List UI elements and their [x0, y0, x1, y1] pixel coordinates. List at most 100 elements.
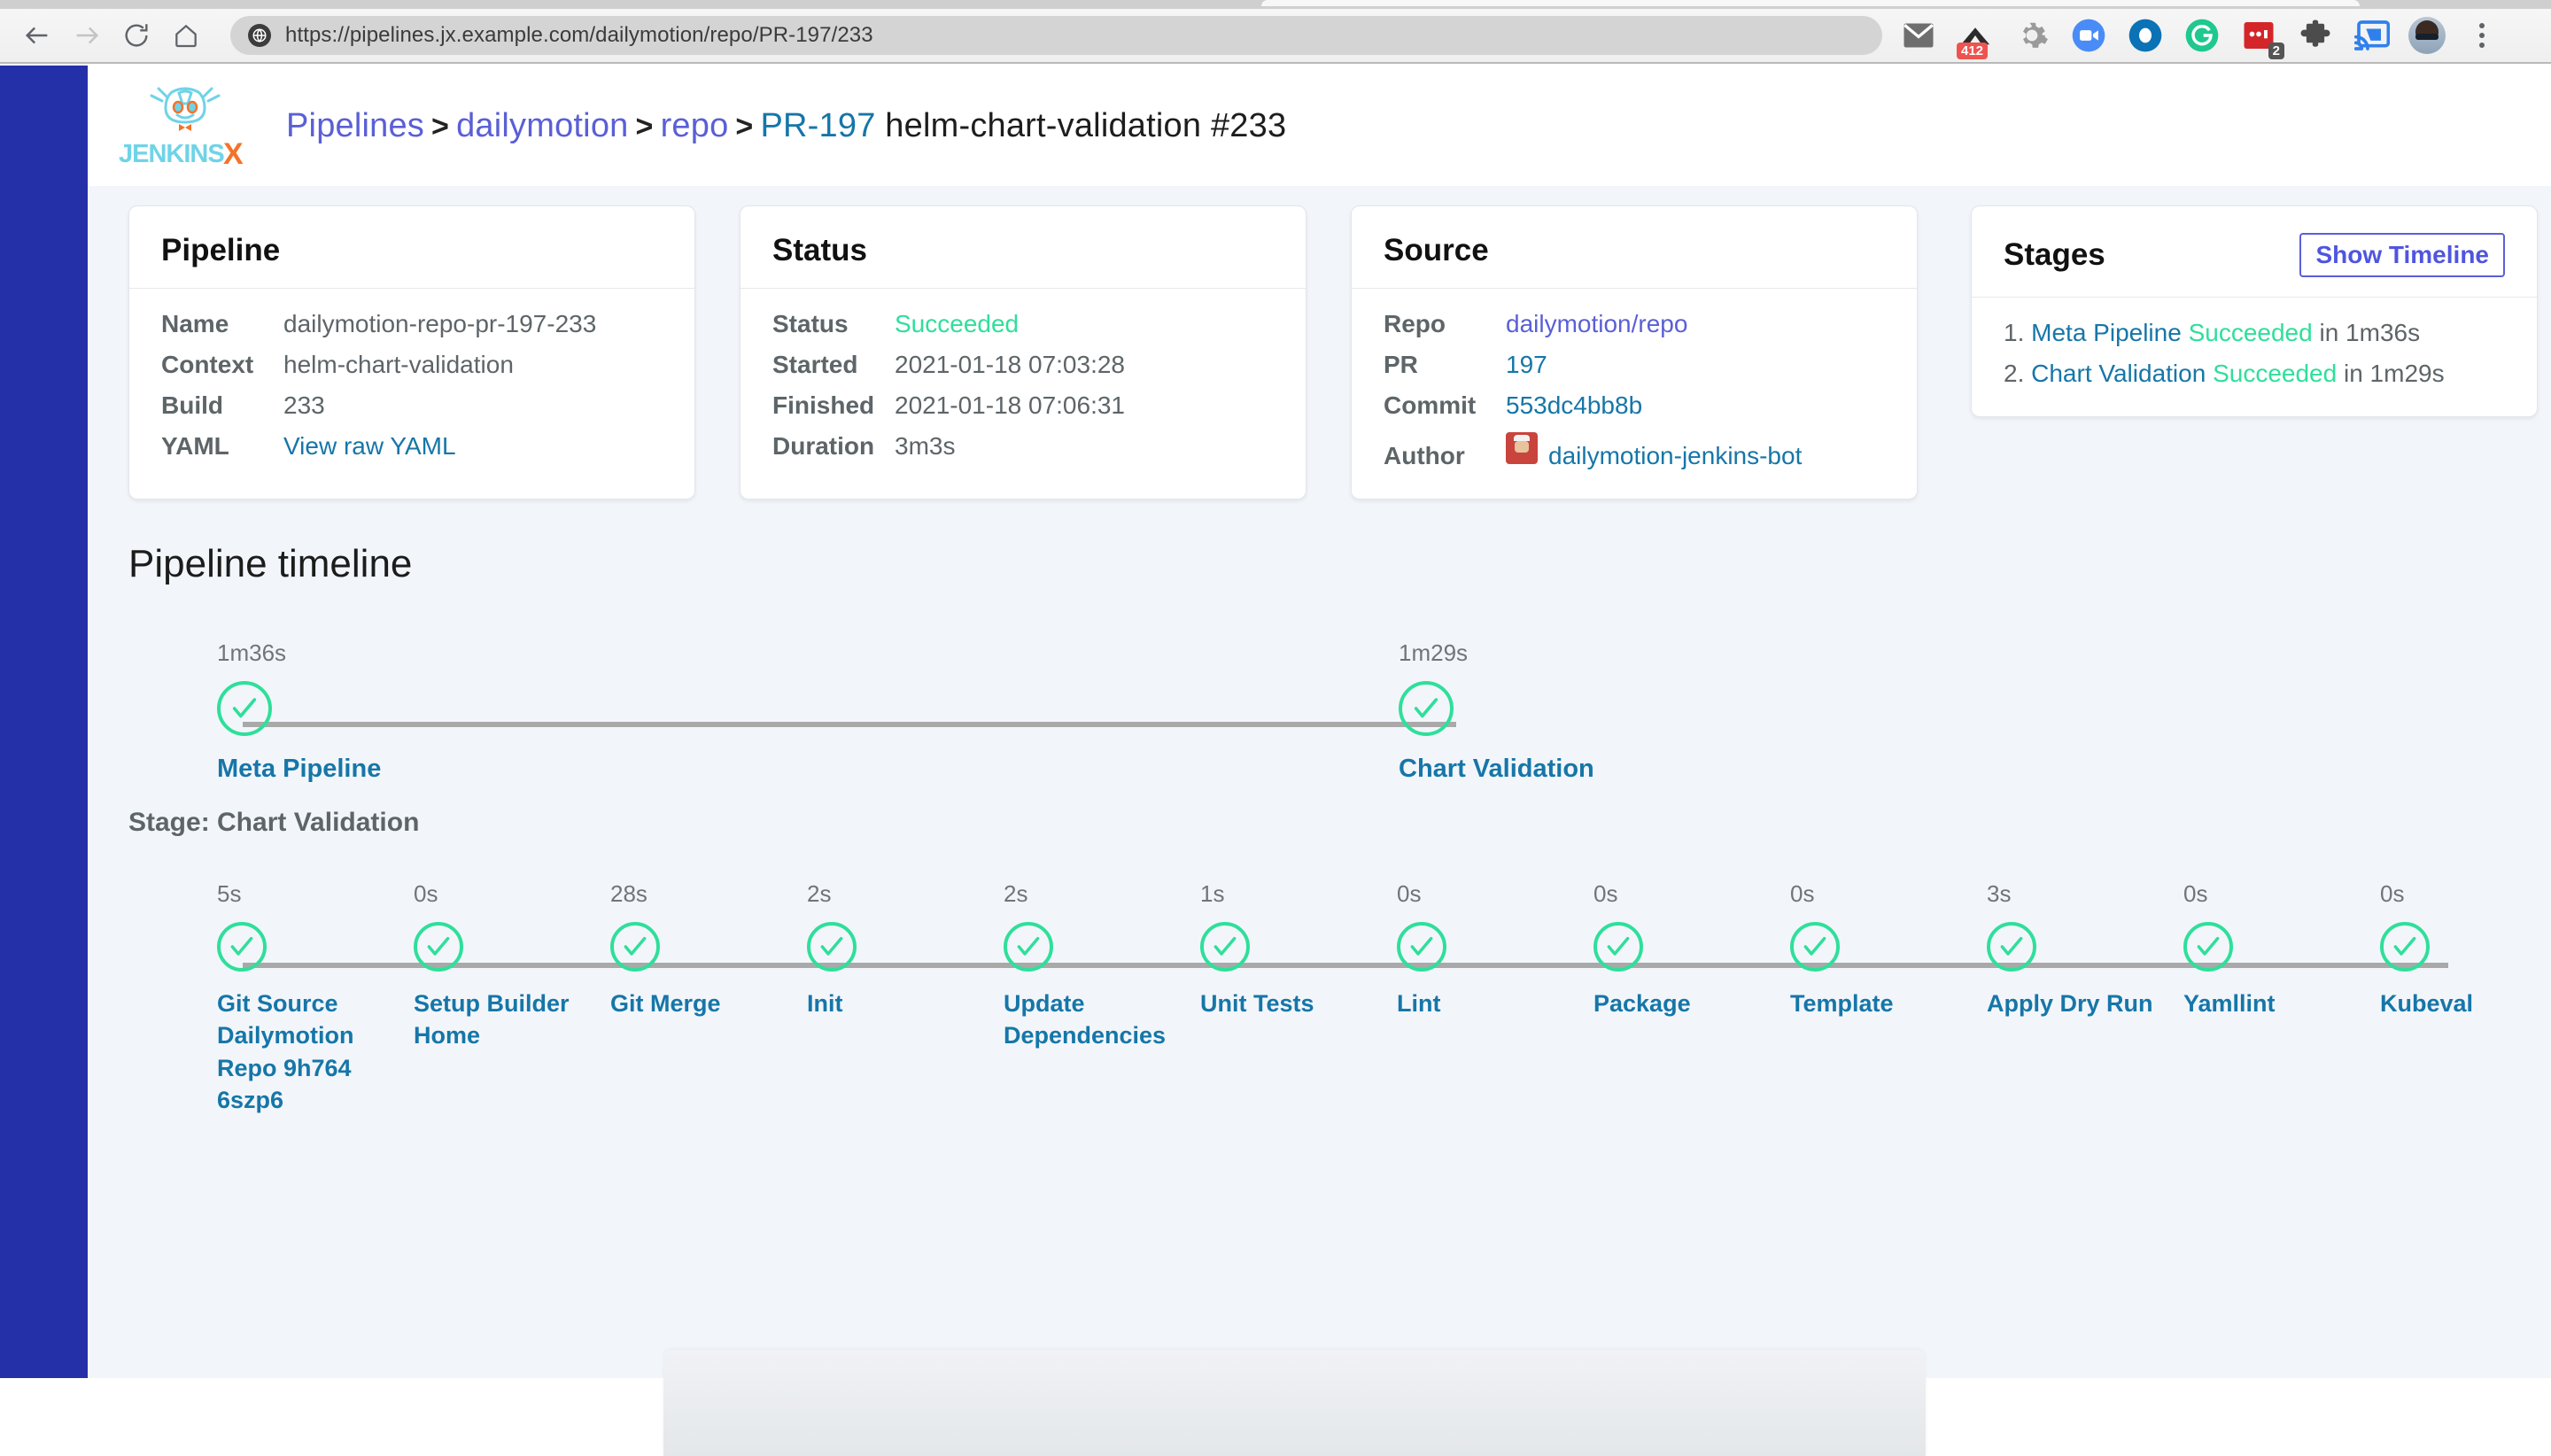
browser-toolbar: https://pipelines.jx.example.com/dailymo… [0, 9, 2551, 64]
gear-icon[interactable] [2012, 15, 2052, 56]
step-node-3: 2s Init [807, 880, 966, 1019]
reload-button[interactable] [112, 11, 161, 60]
stage-node-duration-2: 1m29s [1399, 639, 1469, 666]
step-label-2[interactable]: Git Merge [610, 987, 770, 1019]
source-pr-link[interactable]: 197 [1506, 351, 1547, 379]
stage-name-2[interactable]: Chart Validation [2031, 360, 2206, 387]
step-label-5[interactable]: Unit Tests [1200, 987, 1360, 1019]
pipeline-key-yaml: YAML [161, 432, 229, 460]
step-node-2: 28s Git Merge [610, 880, 770, 1019]
profile-avatar[interactable] [2408, 17, 2446, 54]
success-check-icon[interactable] [807, 922, 857, 972]
red-card-badge: 2 [2268, 42, 2284, 59]
status-card: Status Status Succeeded Started 2021-01-… [740, 205, 1307, 500]
jenkins-x-logo[interactable]: JENKINS X [114, 83, 256, 168]
source-author-link[interactable]: dailymotion-jenkins-bot [1548, 442, 1802, 470]
status-card-body: Status Succeeded Started 2021-01-18 07:0… [740, 289, 1306, 489]
site-info-icon[interactable] [248, 24, 271, 47]
step-label-4[interactable]: Update Dependencies [1004, 987, 1172, 1052]
source-key-pr: PR [1384, 351, 1418, 378]
pipeline-key-name: Name [161, 310, 229, 337]
view-raw-yaml-link[interactable]: View raw YAML [283, 432, 456, 461]
pipeline-card-header: Pipeline [129, 206, 694, 289]
status-key-started: Started [772, 351, 858, 378]
browser-tab-strip[interactable] [0, 0, 2551, 9]
success-check-icon[interactable] [1004, 922, 1053, 972]
browser-menu-icon[interactable] [2462, 15, 2502, 56]
stage-track: 1m36s Meta Pipeline 1m29s Chart Validati… [88, 639, 2551, 808]
source-commit-link[interactable]: 553dc4bb8b [1506, 391, 1642, 420]
breadcrumb-pipelines[interactable]: Pipelines [286, 107, 424, 144]
stage-index-1: 1. [2004, 319, 2025, 346]
forward-button[interactable] [62, 11, 112, 60]
success-check-icon[interactable] [1987, 922, 2036, 972]
status-key-status: Status [772, 310, 849, 337]
success-check-icon[interactable] [217, 922, 267, 972]
success-check-icon[interactable] [414, 922, 463, 972]
jenkins-x-wordmark: JENKINS X [119, 138, 244, 168]
red-card-icon[interactable]: 2 [2238, 15, 2284, 59]
step-node-10: 0s Yamllint [2183, 880, 2343, 1019]
home-button[interactable] [161, 11, 211, 60]
pipeline-row-context: Context helm-chart-validation [161, 351, 663, 379]
step-label-9[interactable]: Apply Dry Run [1987, 987, 2164, 1019]
stages-list-item-2: 2. Chart Validation Succeeded in 1m29s [2004, 360, 2505, 388]
step-label-8[interactable]: Template [1790, 987, 1950, 1019]
step-label-3[interactable]: Init [807, 987, 966, 1019]
browser-active-tab[interactable] [1261, 0, 2360, 6]
author-avatar [1506, 432, 1538, 464]
success-check-icon[interactable] [1399, 681, 1454, 736]
stage-name-1[interactable]: Meta Pipeline [2031, 319, 2182, 346]
step-node-7: 0s Package [1593, 880, 1753, 1019]
status-row-duration: Duration 3m3s [772, 432, 1274, 461]
breadcrumb-pr[interactable]: PR-197 [760, 107, 875, 144]
app-content: JENKINS X Pipelines > dailymotion > repo > PR-… [88, 66, 2551, 1456]
puzzle-icon[interactable] [2295, 15, 2336, 56]
success-check-icon[interactable] [217, 681, 272, 736]
circle-o-icon[interactable] [2125, 15, 2166, 56]
step-label-6[interactable]: Lint [1397, 987, 1556, 1019]
step-label-7[interactable]: Package [1593, 987, 1753, 1019]
success-check-icon[interactable] [1790, 922, 1840, 972]
breadcrumb-repo[interactable]: repo [661, 107, 729, 144]
address-bar[interactable]: https://pipelines.jx.example.com/dailymo… [230, 16, 1882, 55]
step-label-10[interactable]: Yamllint [2183, 987, 2343, 1019]
upload-arrow-icon[interactable]: 412 [1955, 15, 1996, 59]
success-check-icon[interactable] [1593, 922, 1643, 972]
breadcrumb-org[interactable]: dailymotion [456, 107, 628, 144]
grammarly-icon[interactable] [2182, 15, 2222, 56]
app-sidebar[interactable] [0, 66, 88, 1378]
stages-list-item-1: 1. Meta Pipeline Succeeded in 1m36s [2004, 319, 2505, 347]
success-check-icon[interactable] [2183, 922, 2233, 972]
pipeline-card: Pipeline Name dailymotion-repo-pr-197-23… [128, 205, 695, 500]
success-check-icon[interactable] [1200, 922, 1250, 972]
stage-node-label-1[interactable]: Meta Pipeline [217, 752, 381, 786]
step-label-0[interactable]: Git Source Dailymotion Repo 9h764 6szp6 [217, 987, 376, 1117]
success-check-icon[interactable] [1397, 922, 1446, 972]
back-button[interactable] [12, 11, 62, 60]
stage-index-2: 2. [2004, 360, 2025, 387]
mail-icon[interactable] [1898, 15, 1939, 56]
step-node-8: 0s Template [1790, 880, 1950, 1019]
show-timeline-button[interactable]: Show Timeline [2299, 233, 2505, 277]
status-card-title: Status [772, 233, 867, 267]
pipeline-row-name: Name dailymotion-repo-pr-197-233 [161, 310, 663, 338]
step-track: 5s Git Source Dailymotion Repo 9h764 6sz… [88, 880, 2551, 1164]
step-node-9: 3s Apply Dry Run [1987, 880, 2164, 1019]
step-node-11: 0s Kubeval [2380, 880, 2539, 1019]
svg-text:X: X [223, 138, 244, 168]
success-check-icon[interactable] [610, 922, 660, 972]
cast-icon[interactable] [2352, 15, 2392, 56]
video-call-icon[interactable] [2068, 15, 2109, 56]
stage-node-label-2[interactable]: Chart Validation [1399, 752, 1594, 786]
stages-card-title: Stages [2004, 237, 2105, 272]
breadcrumb-separator-3: > [735, 109, 754, 143]
success-check-icon[interactable] [2380, 922, 2430, 972]
status-row-status: Status Succeeded [772, 310, 1274, 338]
source-repo-link[interactable]: dailymotion/repo [1506, 310, 1687, 338]
step-label-11[interactable]: Kubeval [2380, 987, 2539, 1019]
stage-status-1: Succeeded [2188, 319, 2313, 346]
step-label-1[interactable]: Setup Builder Home [414, 987, 573, 1052]
pipeline-timeline-title: Pipeline timeline [128, 542, 413, 585]
source-row-repo: Repo dailymotion/repo [1384, 310, 1885, 338]
